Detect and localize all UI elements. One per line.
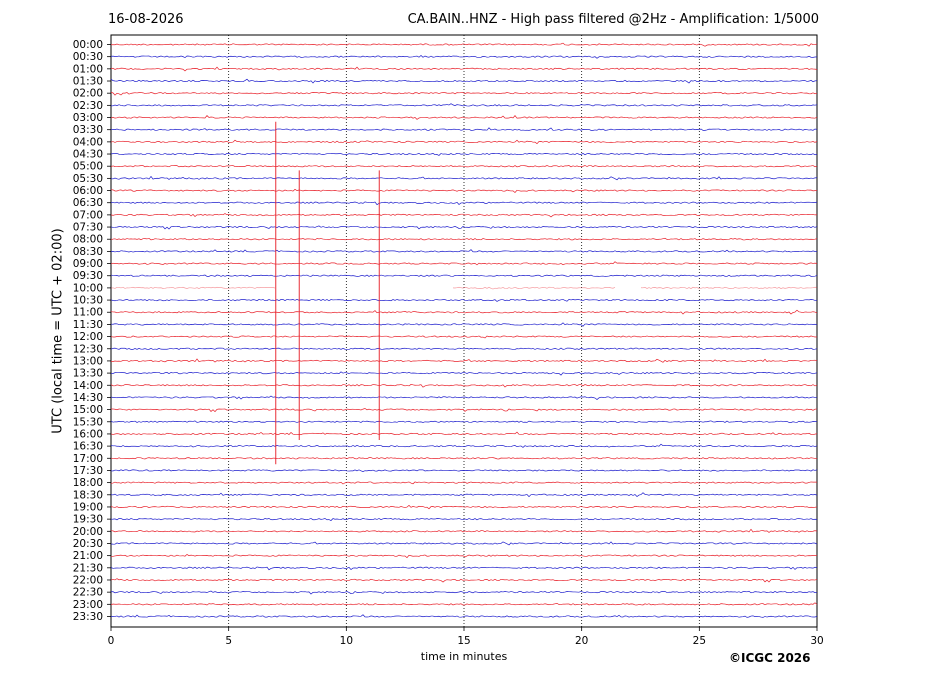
trace-0130 (110, 78, 818, 84)
y-tick-label: 14:00 (73, 380, 103, 392)
trace-1100 (110, 309, 818, 315)
y-tick-label: 05:30 (73, 173, 103, 185)
x-tick-label: 30 (810, 635, 823, 647)
y-tick-label: 18:30 (73, 489, 103, 501)
y-tick-label: 21:00 (73, 550, 103, 562)
seismogram-chart: 00:0000:3001:0001:3002:0002:3003:0003:30… (73, 34, 824, 647)
trace-1830 (110, 492, 818, 498)
trace-2300 (110, 602, 818, 606)
y-tick-label: 04:00 (73, 136, 103, 148)
y-tick-label: 19:30 (73, 514, 103, 526)
y-tick-label: 23:00 (73, 599, 103, 611)
y-tick-label: 08:30 (73, 246, 103, 258)
y-tick-label: 16:00 (73, 428, 103, 440)
y-tick-label: 10:30 (73, 295, 103, 307)
trace-0030 (110, 55, 818, 59)
y-tick-label: 11:00 (73, 307, 103, 319)
y-tick-label: 19:00 (73, 501, 103, 513)
x-tick-label: 20 (575, 635, 588, 647)
trace-1030 (110, 299, 818, 302)
y-tick-label: 10:00 (73, 282, 103, 294)
y-tick-label: 00:30 (73, 51, 103, 63)
y-tick-label: 15:00 (73, 404, 103, 416)
y-tick-label: 11:30 (73, 319, 103, 331)
x-tick-label: 5 (225, 635, 232, 647)
y-tick-label: 23:30 (73, 611, 103, 623)
trace-0500 (110, 165, 818, 168)
y-tick-label: 05:00 (73, 161, 103, 173)
y-tick-label: 07:30 (73, 222, 103, 234)
trace-1630 (110, 443, 818, 448)
x-tick-label: 0 (108, 635, 115, 647)
y-tick-label: 06:00 (73, 185, 103, 197)
trace-0930 (110, 274, 818, 277)
y-tick-label: 06:30 (73, 197, 103, 209)
trace-0600 (110, 188, 818, 194)
trace-0630 (110, 201, 818, 206)
trace-1200 (110, 335, 818, 339)
trace-1500 (110, 408, 818, 413)
y-tick-label: 03:30 (73, 124, 103, 136)
y-tick-label: 18:00 (73, 477, 103, 489)
y-tick-label: 09:00 (73, 258, 103, 270)
y-tick-label: 16:30 (73, 441, 103, 453)
y-tick-label: 08:00 (73, 234, 103, 246)
y-tick-label: 13:30 (73, 368, 103, 380)
y-tick-label: 01:30 (73, 76, 103, 88)
y-tick-label: 12:30 (73, 343, 103, 355)
y-tick-label: 00:00 (73, 39, 103, 51)
y-tick-label: 07:00 (73, 209, 103, 221)
y-tick-label: 04:30 (73, 149, 103, 161)
y-tick-label: 09:30 (73, 270, 103, 282)
y-tick-label: 01:00 (73, 63, 103, 75)
y-tick-label: 22:30 (73, 587, 103, 599)
y-tick-label: 14:30 (73, 392, 103, 404)
y-tick-label: 15:30 (73, 416, 103, 428)
y-tick-label: 17:00 (73, 453, 103, 465)
y-tick-label: 02:30 (73, 100, 103, 112)
trace-1000 (110, 286, 818, 290)
trace-1700 (110, 457, 818, 460)
y-tick-label: 13:00 (73, 355, 103, 367)
trace-1600 (110, 431, 818, 436)
x-tick-label: 15 (457, 635, 470, 647)
y-tick-label: 21:30 (73, 562, 103, 574)
y-tick-label: 17:30 (73, 465, 103, 477)
trace-1900 (110, 504, 818, 510)
x-tick-label: 25 (693, 635, 706, 647)
y-tick-label: 02:00 (73, 88, 103, 100)
y-tick-label: 20:30 (73, 538, 103, 550)
trace-2330 (110, 614, 818, 618)
trace-0100 (110, 66, 818, 72)
trace-1230 (110, 347, 818, 350)
y-tick-label: 03:00 (73, 112, 103, 124)
y-tick-label: 12:00 (73, 331, 103, 343)
y-tick-label: 20:00 (73, 526, 103, 538)
x-tick-label: 10 (340, 635, 353, 647)
y-tick-label: 22:00 (73, 574, 103, 586)
plot-frame (110, 34, 818, 628)
